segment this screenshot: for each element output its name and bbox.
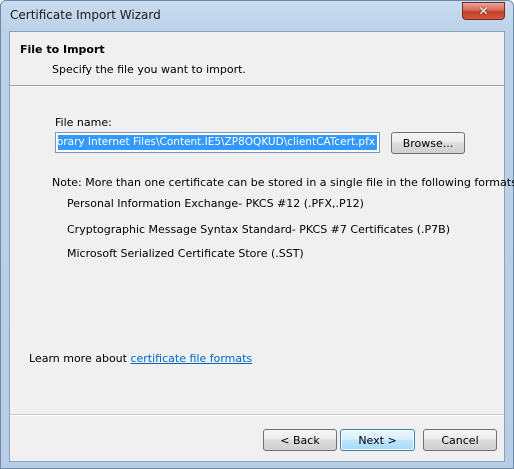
file-name-label: File name:	[55, 116, 112, 129]
close-button[interactable]: ✕	[462, 2, 505, 20]
format-item-pfx: Personal Information Exchange- PKCS #12 …	[67, 197, 364, 210]
back-button[interactable]: < Back	[263, 429, 337, 451]
format-item-sst: Microsoft Serialized Certificate Store (…	[67, 247, 304, 260]
certificate-file-formats-link[interactable]: certificate file formats	[130, 352, 252, 365]
title-bar[interactable]: Certificate Import Wizard ✕	[1, 1, 513, 31]
note-text: Note: More than one certificate can be s…	[52, 176, 514, 189]
learn-more-text: Learn more about certificate file format…	[29, 352, 252, 365]
file-name-input[interactable]: mporary Internet Files\Content.IE5\ZP8OQ…	[55, 132, 380, 153]
cancel-button[interactable]: Cancel	[423, 429, 497, 451]
format-item-p7b: Cryptographic Message Syntax Standard- P…	[67, 223, 451, 236]
certificate-import-wizard-window: Certificate Import Wizard ✕ File to Impo…	[0, 0, 514, 469]
page-title: File to Import	[20, 43, 105, 56]
window-title: Certificate Import Wizard	[10, 8, 161, 22]
learn-more-prefix: Learn more about	[29, 352, 131, 365]
page-description: Specify the file you want to import.	[52, 63, 246, 76]
next-button[interactable]: Next >	[340, 429, 415, 451]
close-icon: ✕	[478, 4, 489, 18]
wizard-header: File to Import Specify the file you want…	[10, 32, 504, 86]
file-name-value: mporary Internet Files\Content.IE5\ZP8OQ…	[58, 135, 377, 150]
browse-button[interactable]: Browse...	[391, 132, 465, 154]
footer-divider	[10, 414, 504, 416]
wizard-page: File to Import Specify the file you want…	[9, 31, 514, 462]
